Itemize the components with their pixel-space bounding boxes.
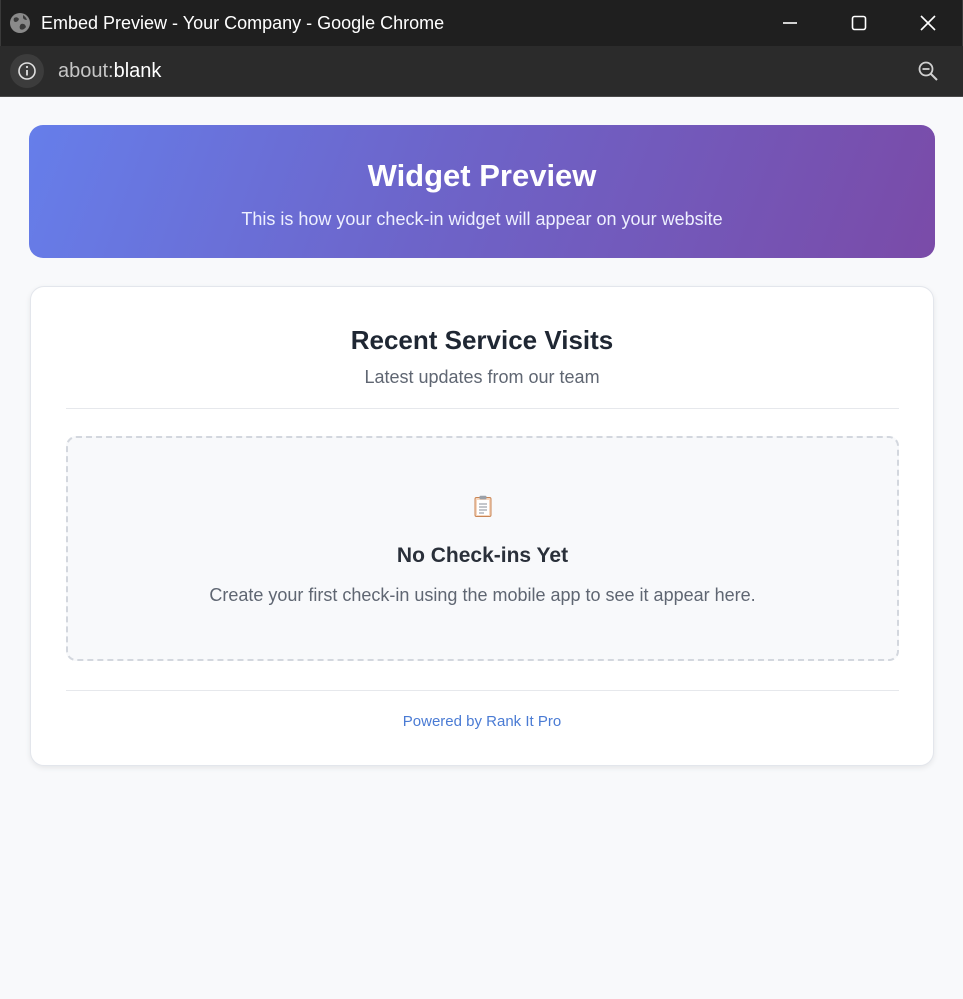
preview-header: Widget Preview This is how your check-in…	[29, 125, 935, 258]
empty-state: No Check-ins Yet Create your first check…	[66, 436, 899, 661]
clipboard-icon	[474, 495, 492, 517]
empty-state-title: No Check-ins Yet	[396, 544, 569, 567]
maximize-icon	[851, 15, 866, 31]
maximize-button[interactable]	[824, 0, 893, 46]
zoom-button[interactable]	[917, 60, 939, 82]
page-viewport: Widget Preview This is how your check-in…	[1, 97, 962, 999]
powered-by-link[interactable]: Powered by Rank It Pro	[31, 713, 933, 730]
url-scheme: about:	[58, 59, 114, 82]
window-controls	[755, 0, 962, 46]
globe-icon	[9, 12, 31, 34]
widget-title: Recent Service Visits	[350, 325, 614, 355]
window-title: Embed Preview - Your Company - Google Ch…	[41, 12, 445, 33]
info-icon	[18, 62, 36, 80]
widget-subtitle: Latest updates from our team	[364, 367, 600, 387]
site-info-button[interactable]	[10, 54, 44, 88]
page-title: Widget Preview	[367, 158, 597, 193]
address-bar: about:blank	[0, 46, 963, 97]
close-button[interactable]	[893, 0, 962, 46]
zoom-out-icon	[918, 61, 938, 81]
page-subtitle: This is how your check-in widget will ap…	[241, 209, 723, 229]
minimize-icon	[782, 22, 797, 24]
widget-card: Recent Service Visits Latest updates fro…	[30, 286, 934, 766]
url-field[interactable]: about:blank	[58, 60, 161, 83]
footer-divider	[66, 690, 899, 691]
close-icon	[919, 15, 936, 31]
url-host: blank	[113, 59, 162, 82]
minimize-button[interactable]	[755, 0, 824, 46]
browser-titlebar: Embed Preview - Your Company - Google Ch…	[0, 0, 963, 46]
divider	[66, 408, 899, 409]
empty-state-text: Create your first check-in using the mob…	[209, 585, 756, 605]
